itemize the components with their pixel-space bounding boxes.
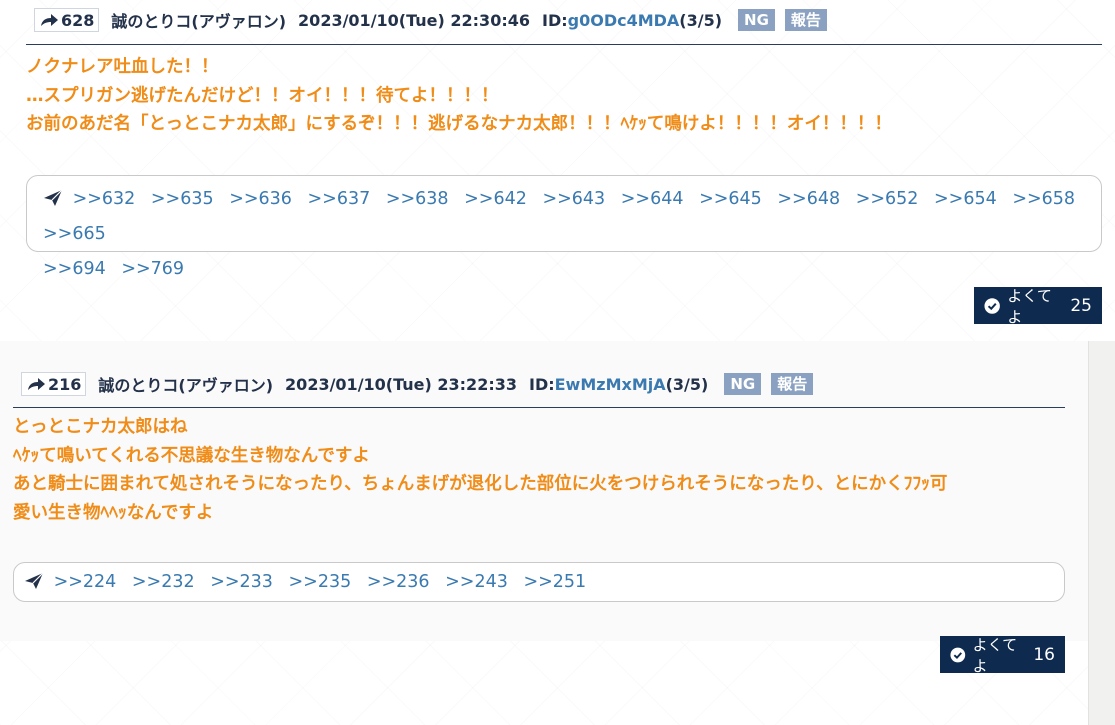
reply-list-box: >>224 >>232 >>233 >>235 >>236 >>243 >>25…: [13, 562, 1065, 602]
reply-link[interactable]: >>632: [73, 189, 136, 209]
check-circle-icon: [984, 297, 1000, 314]
like-count: 25: [1070, 295, 1092, 316]
side-strip: [1088, 341, 1115, 725]
post-datetime: 2023/01/10(Tue) 23:22:33: [285, 374, 517, 394]
reply-link[interactable]: >>251: [523, 572, 586, 592]
reply-link[interactable]: >>235: [289, 572, 352, 592]
body-line: …スプリガン逃げたんだけど！！オイ！！！待てよ！！！！: [26, 85, 499, 106]
reply-link[interactable]: >>232: [132, 572, 195, 592]
post-216: 216 誠のとりコ(アヴァロン) 2023/01/10(Tue) 23:22:3…: [0, 341, 1088, 675]
post-number-button[interactable]: 628: [34, 8, 100, 32]
post-number: 216: [48, 374, 82, 394]
header-divider: [26, 44, 1102, 45]
like-button[interactable]: よくてよ 25: [974, 286, 1102, 326]
paper-plane-icon: [25, 572, 44, 589]
share-arrow-icon: [28, 378, 45, 390]
like-button[interactable]: よくてよ 16: [940, 635, 1065, 675]
post-number: 628: [61, 10, 95, 30]
body-line: 愛い生き物ﾍﾍｯなんですよ: [13, 502, 214, 523]
reply-link[interactable]: >>636: [229, 189, 292, 209]
share-arrow-icon: [41, 14, 58, 26]
reply-link[interactable]: >>769: [121, 259, 184, 279]
reply-link[interactable]: >>645: [699, 189, 762, 209]
ng-button[interactable]: NG: [724, 373, 762, 395]
reply-link[interactable]: >>638: [386, 189, 449, 209]
reply-link[interactable]: >>635: [151, 189, 214, 209]
paper-plane-icon: [44, 189, 63, 206]
post-body: ノクナレア吐血した！！ …スプリガン逃げたんだけど！！オイ！！！待てよ！！！！ …: [26, 53, 892, 139]
body-line: とっとこナカ太郎はね: [13, 417, 188, 437]
reply-link[interactable]: >>658: [1012, 189, 1075, 209]
id-count: (3/5): [665, 374, 709, 394]
body-line: あと騎士に囲まれて処されそうになったり、ちょんまげが退化した部位に火をつけられそ…: [13, 474, 948, 495]
post-628: 628 誠のとりコ(アヴァロン) 2023/01/10(Tue) 22:30:4…: [26, 0, 1102, 330]
reply-list: >>632 >>635 >>636 >>637 >>638 >>642 >>64…: [43, 182, 1089, 287]
reply-link[interactable]: >>665: [43, 224, 106, 244]
post-number-button[interactable]: 216: [21, 372, 87, 396]
report-button[interactable]: 報告: [784, 9, 827, 31]
reply-link[interactable]: >>236: [367, 572, 430, 592]
post-body: とっとこナカ太郎はね ﾍｹｯて鳴いてくれる不思議な生き物なんですよ あと騎士に囲…: [13, 413, 947, 527]
like-count: 16: [1033, 644, 1055, 665]
thread-page: 628 誠のとりコ(アヴァロン) 2023/01/10(Tue) 22:30:4…: [0, 0, 1115, 725]
post-author: 誠のとりコ(アヴァロン): [111, 12, 287, 31]
post-header: 628 誠のとりコ(アヴァロン) 2023/01/10(Tue) 22:30:4…: [34, 8, 833, 32]
reply-link[interactable]: >>644: [621, 189, 684, 209]
id-link[interactable]: EwMzMxMjA: [555, 375, 666, 394]
reply-link[interactable]: >>637: [308, 189, 371, 209]
report-button[interactable]: 報告: [771, 373, 814, 395]
reply-link[interactable]: >>652: [856, 189, 919, 209]
reply-link[interactable]: >>648: [777, 189, 840, 209]
reply-link[interactable]: >>694: [43, 259, 106, 279]
id-count: (3/5): [679, 10, 723, 30]
id-label: ID:: [528, 374, 555, 394]
like-label: よくてよ: [972, 635, 1018, 675]
reply-list-box: >>632 >>635 >>636 >>637 >>638 >>642 >>64…: [26, 175, 1102, 279]
reply-link[interactable]: >>654: [934, 189, 997, 209]
header-divider: [13, 407, 1065, 408]
body-line: お前のあだ名「とっとこナカ太郎」にするぞ！！！逃げるなナカ太郎！！！ﾍｹｯて鳴け…: [26, 114, 892, 135]
ng-button[interactable]: NG: [738, 9, 775, 31]
like-label: よくてよ: [1007, 286, 1052, 326]
post-author: 誠のとりコ(アヴァロン): [98, 376, 274, 395]
reply-link[interactable]: >>642: [464, 189, 527, 209]
post-datetime: 2023/01/10(Tue) 22:30:46: [298, 10, 530, 30]
id-link[interactable]: g0ODc4MDA: [568, 11, 680, 30]
check-circle-icon: [950, 647, 966, 662]
reply-link[interactable]: >>243: [445, 572, 508, 592]
reply-link[interactable]: >>233: [210, 572, 273, 592]
post-header: 216 誠のとりコ(アヴァロン) 2023/01/10(Tue) 23:22:3…: [21, 372, 819, 396]
body-line: ノクナレア吐血した！！: [26, 57, 219, 77]
reply-list: >>224 >>232 >>233 >>235 >>236 >>243 >>25…: [24, 569, 1052, 595]
id-label: ID:: [541, 10, 568, 30]
reply-link[interactable]: >>224: [54, 572, 117, 592]
reply-link[interactable]: >>643: [542, 189, 605, 209]
body-line: ﾍｹｯて鳴いてくれる不思議な生き物なんですよ: [13, 445, 370, 466]
